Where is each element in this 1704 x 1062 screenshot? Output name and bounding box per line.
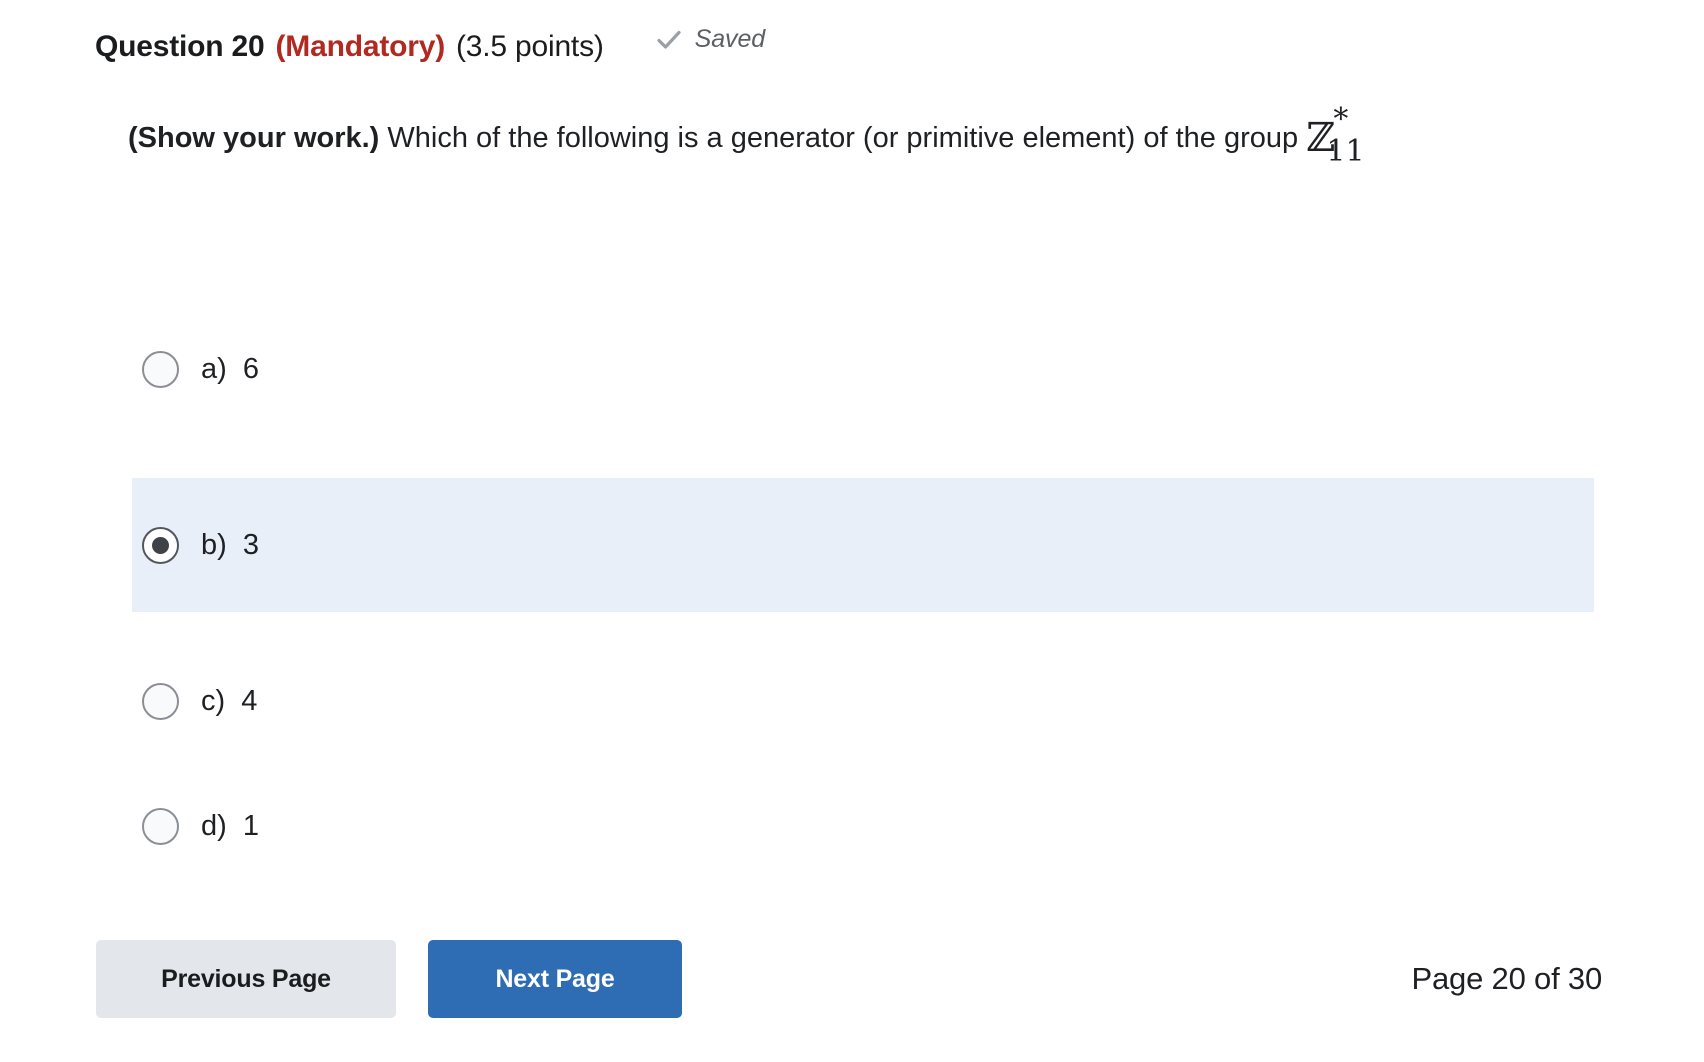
check-icon — [656, 27, 682, 53]
question-header: Question 20 (Mandatory) (3.5 points) Sav… — [95, 25, 765, 64]
option-row-d[interactable]: d) 1 — [132, 789, 1594, 863]
math-subscript: 11 — [1326, 134, 1365, 169]
radio-button-a[interactable] — [142, 350, 179, 388]
question-prompt-bold: (Show your work.) — [128, 122, 380, 154]
option-label-a: a) 6 — [201, 352, 260, 385]
math-superscript: * — [1333, 102, 1349, 137]
answer-options: a) 6 b) 3 c) 4 d) 1 — [132, 332, 1594, 863]
saved-status: Saved — [656, 25, 765, 54]
previous-page-button[interactable]: Previous Page — [96, 940, 396, 1018]
option-row-b[interactable]: b) 3 — [132, 478, 1594, 612]
option-label-d: d) 1 — [201, 809, 260, 842]
pagination-footer: Previous Page Next Page Page 20 of 30 — [96, 940, 1602, 1018]
option-label-c: c) 4 — [201, 684, 258, 717]
option-label-b: b) 3 — [201, 528, 260, 561]
next-page-button[interactable]: Next Page — [428, 940, 682, 1018]
page-title: Question 20 — [95, 29, 265, 63]
mandatory-badge: (Mandatory) — [275, 29, 446, 63]
option-row-c[interactable]: c) 4 — [132, 664, 1594, 738]
radio-button-c[interactable] — [142, 682, 179, 720]
math-expression: ℤ*11 — [1306, 102, 1388, 169]
points-label: (3.5 points) — [455, 29, 604, 63]
question-prompt-rest: Which of the following is a generator (o… — [379, 122, 1307, 154]
question-text: (Show your work.) Which of the following… — [128, 102, 1598, 169]
radio-button-d[interactable] — [142, 807, 179, 845]
saved-label: Saved — [694, 25, 766, 53]
radio-button-b[interactable] — [142, 526, 179, 564]
option-row-a[interactable]: a) 6 — [132, 332, 1594, 406]
radio-dot-b — [152, 536, 169, 554]
page-indicator: Page 20 of 30 — [1411, 961, 1603, 996]
